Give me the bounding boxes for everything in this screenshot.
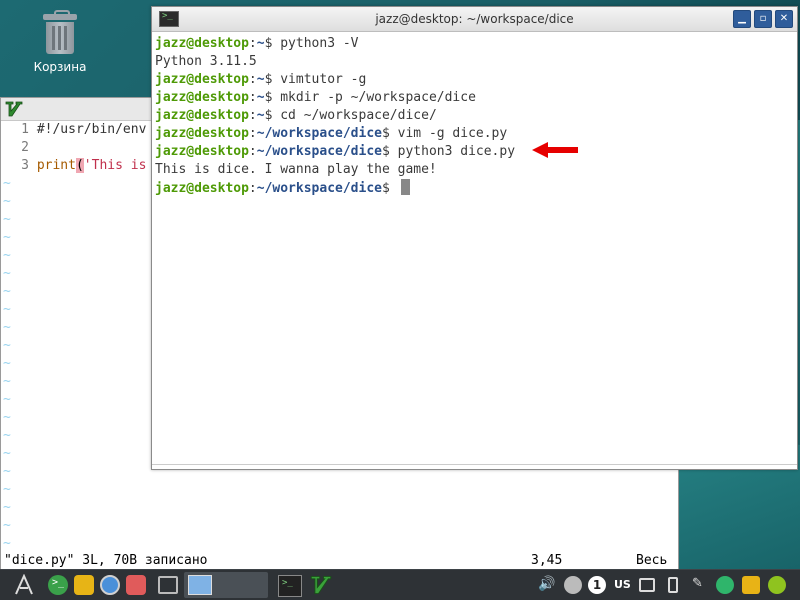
status-scroll: Весь [636, 553, 668, 568]
terminal-line: This is dice. I wanna play the game! [155, 162, 437, 177]
desktop-trash[interactable]: Корзина [22, 10, 98, 74]
vim-icon [5, 101, 23, 117]
keyboard-layout[interactable]: US [614, 578, 631, 591]
vim-empty-line: ~ [3, 518, 11, 533]
terminal-titlebar[interactable]: jazz@desktop: ~/workspace/dice ▁ ▫ ✕ [152, 7, 797, 32]
power-icon[interactable] [768, 576, 786, 594]
terminal-line: jazz@desktop:~$ vimtutor -g [155, 72, 367, 87]
file-manager-icon[interactable] [74, 575, 94, 595]
terminal-line: jazz@desktop:~$ cd ~/workspace/dice/ [155, 108, 437, 123]
attachment-icon[interactable]: ✎ [692, 576, 703, 591]
task-vim-icon[interactable] [310, 575, 332, 595]
red-arrow-icon [532, 142, 578, 158]
terminal-line: jazz@desktop:~$ python3 -V [155, 36, 359, 51]
workspace-indicator[interactable]: 1 [588, 576, 606, 594]
terminal-line: jazz@desktop:~/workspace/dice$ vim -g di… [155, 126, 508, 141]
terminal-scrollbar[interactable] [152, 464, 797, 469]
status-cursor-pos: 3,45 [531, 553, 563, 568]
clock-icon[interactable] [716, 576, 734, 594]
battery-icon[interactable] [668, 577, 678, 593]
volume-icon[interactable]: 🔊 [538, 576, 555, 592]
start-menu-icon[interactable] [12, 574, 36, 596]
terminal-line: jazz@desktop:~$ mkdir -p ~/workspace/dic… [155, 90, 476, 105]
terminal-line: jazz@desktop:~/workspace/dice$ [155, 179, 794, 197]
terminal-window[interactable]: jazz@desktop: ~/workspace/dice ▁ ▫ ✕ jaz… [151, 6, 798, 470]
accessibility-icon[interactable] [564, 576, 582, 594]
window-title: jazz@desktop: ~/workspace/dice [375, 12, 574, 26]
trash-icon [43, 10, 77, 54]
editor-launcher-icon[interactable] [126, 575, 146, 595]
terminal-line: jazz@desktop:~/workspace/dice$ python3 d… [155, 144, 516, 159]
screen-icon[interactable] [639, 578, 655, 592]
task-terminal-icon[interactable]: >_ [278, 575, 302, 597]
close-button[interactable]: ✕ [775, 10, 793, 28]
browser-icon[interactable] [100, 575, 120, 595]
terminal-launcher-icon[interactable]: >_ [48, 575, 68, 595]
show-desktop-icon[interactable] [158, 576, 178, 594]
maximize-button[interactable]: ▫ [754, 10, 772, 28]
terminal-line: Python 3.11.5 [155, 54, 257, 69]
window-preview-icon [188, 575, 212, 595]
vim-empty-line: ~ [3, 482, 11, 497]
terminal-output[interactable]: jazz@desktop:~$ python3 -V Python 3.11.5 j… [155, 35, 794, 469]
vim-statusline: "dice.py" 3L, 70B записано 3,45 Весь [1, 551, 678, 571]
notes-icon[interactable] [742, 576, 760, 594]
minimize-button[interactable]: ▁ [733, 10, 751, 28]
vim-empty-line: ~ [3, 500, 11, 515]
task-button-workspace[interactable] [184, 572, 268, 598]
trash-label: Корзина [33, 60, 87, 74]
terminal-cursor [400, 179, 410, 195]
taskbar: >_ >_ 🔊 1 US ✎ [0, 569, 800, 600]
status-file-info: "dice.py" 3L, 70B записано [4, 553, 208, 568]
